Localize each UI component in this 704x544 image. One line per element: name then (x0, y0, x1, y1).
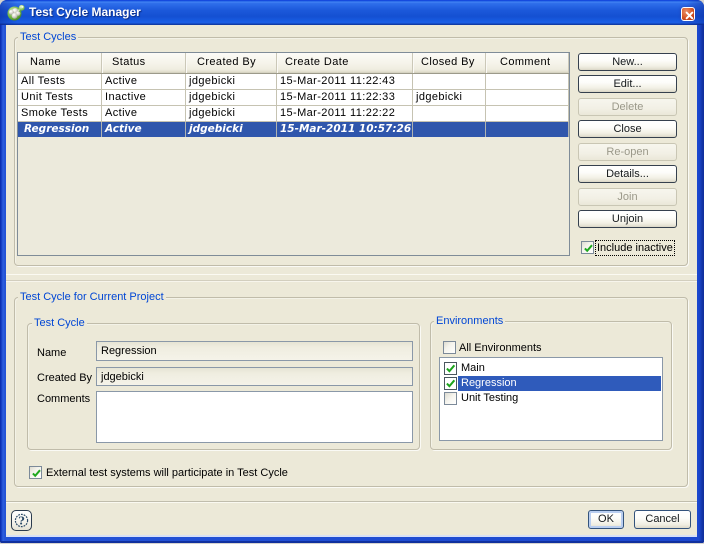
test-cycles-group-label: Test Cycles (18, 31, 78, 43)
comments-textarea[interactable] (96, 391, 413, 443)
close-button[interactable] (681, 7, 695, 21)
join-button: Join (578, 188, 677, 206)
check-icon (30, 467, 43, 480)
all-environments-checkbox[interactable] (443, 341, 456, 354)
dialog-window: Test Cycle Manager Test Cycles NameStatu… (0, 0, 704, 543)
pane-divider-highlight (6, 281, 697, 282)
re-open-button: Re-open (578, 143, 677, 161)
environments-list: MainRegressionUnit Testing (439, 357, 663, 441)
table-cell: 15-Mar-2011 11:22:43 (277, 74, 413, 90)
pane-divider[interactable] (6, 274, 697, 275)
table-cell: Active (102, 74, 186, 90)
table-cell (486, 122, 569, 137)
table-row[interactable]: Smoke TestsActivejdgebicki15-Mar-2011 11… (18, 106, 569, 122)
table-cell: jdgebicki (413, 90, 486, 106)
current-project-group-label: Test Cycle for Current Project (18, 291, 166, 303)
table-cell (413, 74, 486, 90)
table-cell: Active (102, 122, 186, 137)
column-header-created-by[interactable]: Created By (186, 53, 277, 73)
environment-item-main[interactable]: Main (440, 361, 662, 376)
edit-button[interactable]: Edit... (578, 75, 677, 93)
table-cell: jdgebicki (186, 106, 277, 122)
cancel-button[interactable]: Cancel (634, 510, 691, 529)
check-icon (445, 378, 456, 389)
column-header-name[interactable]: Name (18, 53, 102, 73)
environment-item-unit-testing[interactable]: Unit Testing (440, 391, 662, 406)
check-icon (445, 363, 456, 374)
table-cell: jdgebicki (186, 122, 277, 137)
table-cell: Inactive (102, 90, 186, 106)
include-inactive-label[interactable]: Include inactive (596, 241, 674, 255)
table-row-selected[interactable]: RegressionActivejdgebicki15-Mar-2011 10:… (18, 122, 569, 137)
table-cell: 15-Mar-2011 11:22:22 (277, 106, 413, 122)
table-cell: Smoke Tests (18, 106, 102, 122)
ok-button[interactable]: OK (588, 510, 624, 529)
help-icon: ? (13, 512, 30, 529)
table-cell (486, 106, 569, 122)
environments-group-label: Environments (434, 315, 505, 327)
table-cell: jdgebicki (186, 90, 277, 106)
created-by-label: Created By (37, 372, 92, 384)
comments-label: Comments (37, 393, 90, 405)
column-header-comment[interactable]: Comment (486, 53, 569, 73)
table-header: NameStatusCreated ByCreate DateClosed By… (18, 53, 569, 74)
column-header-status[interactable]: Status (102, 53, 186, 73)
table-cell: Active (102, 106, 186, 122)
check-icon (582, 242, 595, 255)
table-cell: 15-Mar-2011 11:22:33 (277, 90, 413, 106)
close-button[interactable]: Close (578, 120, 677, 138)
environment-label: Unit Testing (458, 391, 661, 406)
titlebar[interactable]: Test Cycle Manager (0, 0, 704, 25)
table-cell: jdgebicki (186, 74, 277, 90)
name-label: Name (37, 347, 66, 359)
dialog-content: Test Cycles NameStatusCreated ByCreate D… (6, 25, 697, 535)
table-cell (486, 74, 569, 90)
include-inactive-checkbox[interactable] (581, 241, 594, 254)
table-row[interactable]: Unit TestsInactivejdgebicki15-Mar-2011 1… (18, 90, 569, 106)
new-button[interactable]: New... (578, 53, 677, 71)
table-cell: Unit Tests (18, 90, 102, 106)
environment-label: Regression (458, 376, 661, 391)
table-cell (486, 90, 569, 106)
external-systems-checkbox[interactable] (29, 466, 42, 479)
test-cycle-group-label: Test Cycle (32, 317, 87, 329)
table-cell (413, 122, 486, 137)
list-checkbox[interactable] (444, 377, 457, 390)
window-title: Test Cycle Manager (29, 5, 141, 19)
delete-button: Delete (578, 98, 677, 116)
column-header-closed-by[interactable]: Closed By (413, 53, 486, 73)
column-header-create-date[interactable]: Create Date (277, 53, 413, 73)
table-cell: Regression (18, 122, 102, 137)
table-row[interactable]: All TestsActivejdgebicki15-Mar-2011 11:2… (18, 74, 569, 90)
name-field[interactable]: Regression (96, 341, 413, 361)
external-systems-label[interactable]: External test systems will participate i… (46, 467, 288, 479)
svg-text:?: ? (18, 514, 24, 527)
list-checkbox[interactable] (444, 362, 457, 375)
table-cell: 15-Mar-2011 10:57:26 (277, 122, 413, 137)
app-icon (6, 4, 26, 22)
table-cell: All Tests (18, 74, 102, 90)
created-by-field[interactable]: jdgebicki (96, 367, 413, 386)
table-cell (413, 106, 486, 122)
footer-separator-highlight (6, 502, 697, 503)
details-button[interactable]: Details... (578, 165, 677, 183)
environment-item-regression[interactable]: Regression (440, 376, 662, 391)
list-checkbox[interactable] (444, 392, 457, 405)
environment-label: Main (458, 361, 661, 376)
help-button[interactable]: ? (11, 510, 32, 531)
unjoin-button[interactable]: Unjoin (578, 210, 677, 228)
close-icon (684, 10, 695, 21)
table-body: All TestsActivejdgebicki15-Mar-2011 11:2… (18, 74, 569, 137)
test-cycles-table: NameStatusCreated ByCreate DateClosed By… (17, 52, 570, 256)
all-environments-label[interactable]: All Environments (459, 342, 542, 354)
